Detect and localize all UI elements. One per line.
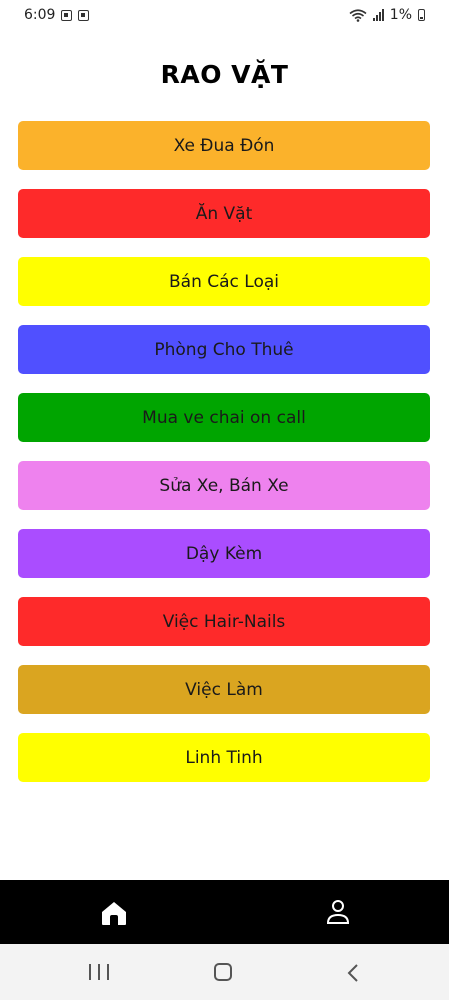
wifi-icon: [349, 8, 367, 22]
status-time: 6:09: [24, 7, 56, 23]
signal-icon: [372, 9, 384, 21]
notification-icon: [78, 9, 90, 21]
battery-icon: [418, 9, 425, 21]
category-button-ban-cac-loai[interactable]: Bán Các Loại: [18, 257, 430, 306]
category-button-viec-lam[interactable]: Việc Làm: [18, 665, 430, 714]
category-menu: Xe Đua Đón Ăn Vặt Bán Các Loại Phòng Cho…: [18, 121, 430, 782]
notification-icon: [61, 9, 73, 21]
profile-icon[interactable]: [326, 899, 350, 925]
category-button-sua-xe-ban-xe[interactable]: Sửa Xe, Bán Xe: [18, 461, 430, 510]
status-bar: 6:09 1%: [0, 0, 449, 30]
bottom-navigation: [0, 880, 449, 944]
category-button-phong-cho-thue[interactable]: Phòng Cho Thuê: [18, 325, 430, 374]
home-icon[interactable]: [100, 900, 128, 926]
status-left: 6:09: [24, 7, 90, 23]
category-button-mua-ve-chai[interactable]: Mua ve chai on call: [18, 393, 430, 442]
status-right: 1%: [349, 7, 425, 23]
recent-apps-icon[interactable]: [89, 964, 109, 982]
category-button-an-vat[interactable]: Ăn Vặt: [18, 189, 430, 238]
page-title: RAO VẶT: [160, 60, 289, 89]
back-icon[interactable]: [344, 963, 364, 983]
category-button-linh-tinh[interactable]: Linh Tinh: [18, 733, 430, 782]
battery-percent: 1%: [389, 7, 412, 23]
category-button-xe-dua-don[interactable]: Xe Đua Đón: [18, 121, 430, 170]
category-button-viec-hair-nails[interactable]: Việc Hair-Nails: [18, 597, 430, 646]
home-button-icon[interactable]: [214, 963, 232, 981]
category-button-day-kem[interactable]: Dậy Kèm: [18, 529, 430, 578]
system-navigation-bar: [0, 944, 449, 1000]
